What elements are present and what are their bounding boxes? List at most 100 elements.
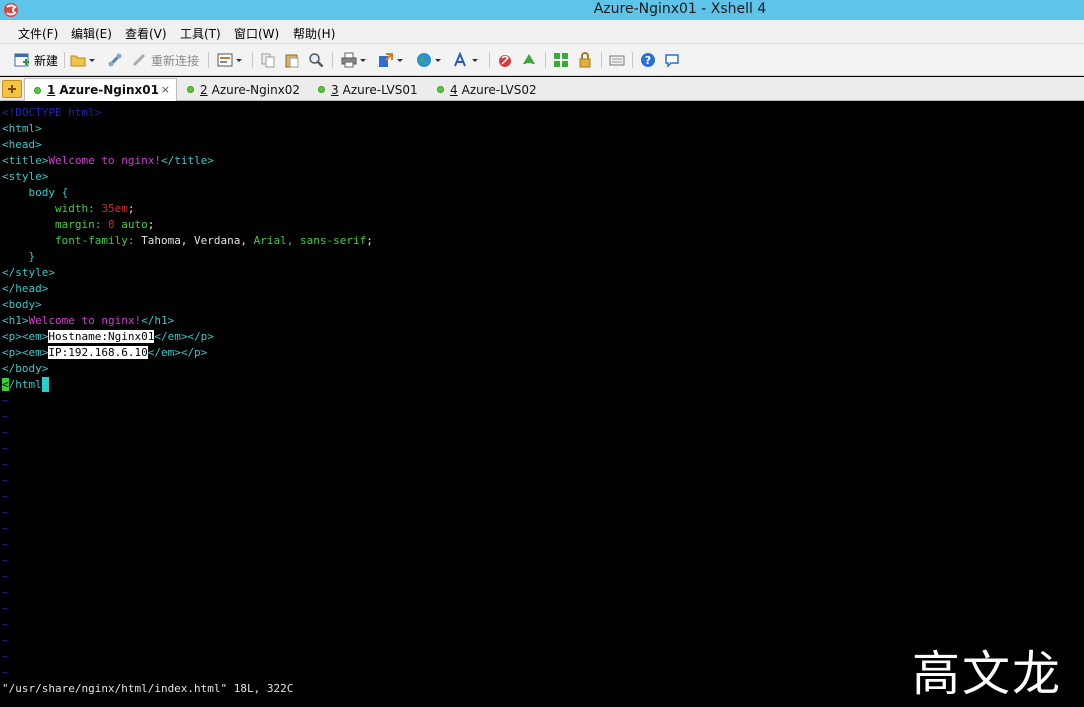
terminal-line: <p><em>IP:192.168.6.10</em></p> — [2, 345, 207, 361]
code-token: Welcome to nginx! — [28, 314, 142, 327]
new-session-button[interactable]: 新建 — [14, 51, 58, 69]
keyboard-button[interactable] — [609, 51, 625, 69]
selected-text[interactable]: Hostname:Nginx01 — [48, 330, 155, 343]
code-token: <body> — [2, 298, 42, 311]
tab-azure-lvs02[interactable]: 4 Azure-LVS02 — [437, 78, 537, 101]
menu-tools[interactable]: 工具(T) — [180, 25, 221, 42]
code-token: ; — [366, 234, 373, 247]
code-token: </body> — [2, 362, 49, 375]
code-token: width: — [2, 202, 95, 215]
code-token: Welcome to nginx! — [48, 154, 161, 167]
paste-button[interactable] — [284, 51, 300, 69]
open-button[interactable] — [70, 51, 95, 69]
find-button[interactable] — [308, 51, 324, 69]
code-token: ; — [147, 218, 155, 231]
menu-view[interactable]: 查看(V) — [125, 25, 167, 42]
menu-window[interactable]: 窗口(W) — [234, 25, 279, 42]
code-token: auto — [114, 218, 148, 231]
font-icon — [454, 52, 466, 67]
code-token: <p><em> — [2, 346, 49, 359]
code-token: <style> — [2, 170, 49, 183]
tab-number: 3 — [331, 82, 339, 97]
toolbar-separator — [601, 52, 602, 68]
code-token: font-family: — [2, 234, 135, 247]
terminal-line: </body> — [2, 361, 48, 377]
lock-button[interactable] — [577, 51, 593, 69]
tab-number: 2 — [200, 82, 208, 97]
terminal-line: width: 35em; — [2, 201, 135, 217]
code-token: </em></p> — [147, 346, 208, 359]
chat-bubble-icon — [665, 54, 679, 68]
reconnect-label: 重新连接 — [151, 53, 200, 68]
fullscreen-icon — [554, 53, 568, 67]
transfer-button[interactable] — [378, 51, 403, 69]
title-bar: Azure-Nginx01 - Xshell 4 — [0, 0, 1084, 20]
tab-azure-nginx02[interactable]: 2 Azure-Nginx02 — [187, 78, 300, 101]
empty-line-tilde: ~ — [2, 602, 9, 615]
copy-button[interactable] — [260, 51, 276, 69]
fullscreen-button[interactable] — [553, 51, 569, 69]
code-token: </style> — [2, 266, 55, 279]
toolbar-separator — [545, 52, 546, 68]
feedback-button[interactable] — [664, 51, 680, 69]
reconnect-button[interactable]: 重新连接 — [131, 51, 199, 69]
terminal-line: <p><em>Hostname:Nginx01</em></p> — [2, 329, 214, 345]
code-token: sans-serif — [293, 234, 367, 247]
menu-help[interactable]: 帮助(H) — [293, 25, 335, 42]
terminal-area[interactable]: <!DOCTYPE html> <html> <head> <title>Wel… — [0, 102, 1084, 707]
empty-line-tilde: ~ — [2, 650, 9, 663]
print-button[interactable] — [341, 51, 366, 69]
help-button[interactable]: ? — [640, 51, 656, 69]
globe-icon — [417, 53, 431, 67]
tab-label: Azure-LVS01 — [342, 82, 418, 97]
terminal-line: </head> — [2, 281, 48, 297]
code-token: <title> — [2, 154, 49, 167]
empty-line-tilde: ~ — [2, 458, 9, 471]
code-token: body { — [2, 186, 69, 199]
selected-text[interactable]: IP:192.168.6.10 — [48, 346, 148, 359]
empty-line-tilde: ~ — [2, 410, 9, 423]
bracket-match-highlight: < — [2, 378, 9, 391]
font-button[interactable] — [453, 51, 478, 69]
terminal-line: </style> — [2, 265, 55, 281]
chevron-down-icon — [435, 58, 441, 62]
connect-button[interactable] — [107, 51, 123, 69]
empty-line-tilde: ~ — [2, 442, 9, 455]
empty-line-tilde: ~ — [2, 586, 9, 599]
properties-button[interactable] — [217, 51, 242, 69]
empty-line-tilde: ~ — [2, 554, 9, 567]
empty-line-tilde: ~ — [2, 426, 9, 439]
terminal-line: <body> — [2, 297, 42, 313]
xftp-transfer-button[interactable] — [521, 51, 537, 69]
empty-line-tilde: ~ — [2, 570, 9, 583]
close-icon[interactable]: × — [161, 83, 170, 96]
chevron-down-icon — [89, 58, 95, 62]
empty-line-tilde: ~ — [2, 634, 9, 647]
menu-file[interactable]: 文件(F) — [18, 25, 58, 42]
code-token: </head> — [2, 282, 49, 295]
new-session-label: 新建 — [34, 53, 59, 68]
tab-label: Azure-LVS02 — [461, 82, 537, 97]
add-tab-button[interactable] — [2, 80, 22, 98]
menu-edit[interactable]: 编辑(E) — [71, 25, 112, 42]
chevron-down-icon — [397, 58, 403, 62]
code-token: /html — [8, 378, 42, 391]
empty-line-tilde: ~ — [2, 618, 9, 631]
code-token: Tahoma, Verdana, — [134, 234, 248, 247]
code-token: 35em — [94, 202, 128, 215]
folder-icon — [70, 55, 86, 67]
terminal-line: } — [2, 249, 35, 265]
code-token: <!DOCTYPE html> — [2, 106, 102, 119]
lock-icon — [579, 52, 591, 68]
tab-azure-nginx01[interactable]: 1 Azure-Nginx01 × — [24, 78, 177, 101]
globe-button[interactable] — [416, 51, 441, 69]
xftp-button[interactable] — [497, 51, 513, 69]
code-token: 0 — [101, 218, 115, 231]
transfer-arrows-icon — [523, 54, 535, 65]
terminal-line: body { — [2, 185, 68, 201]
tab-azure-lvs01[interactable]: 3 Azure-LVS01 — [318, 78, 418, 101]
keyboard-icon — [609, 55, 625, 66]
tab-label: Azure-Nginx01 — [59, 83, 159, 97]
empty-line-tilde: ~ — [2, 522, 9, 535]
toolbar-separator — [252, 52, 253, 68]
